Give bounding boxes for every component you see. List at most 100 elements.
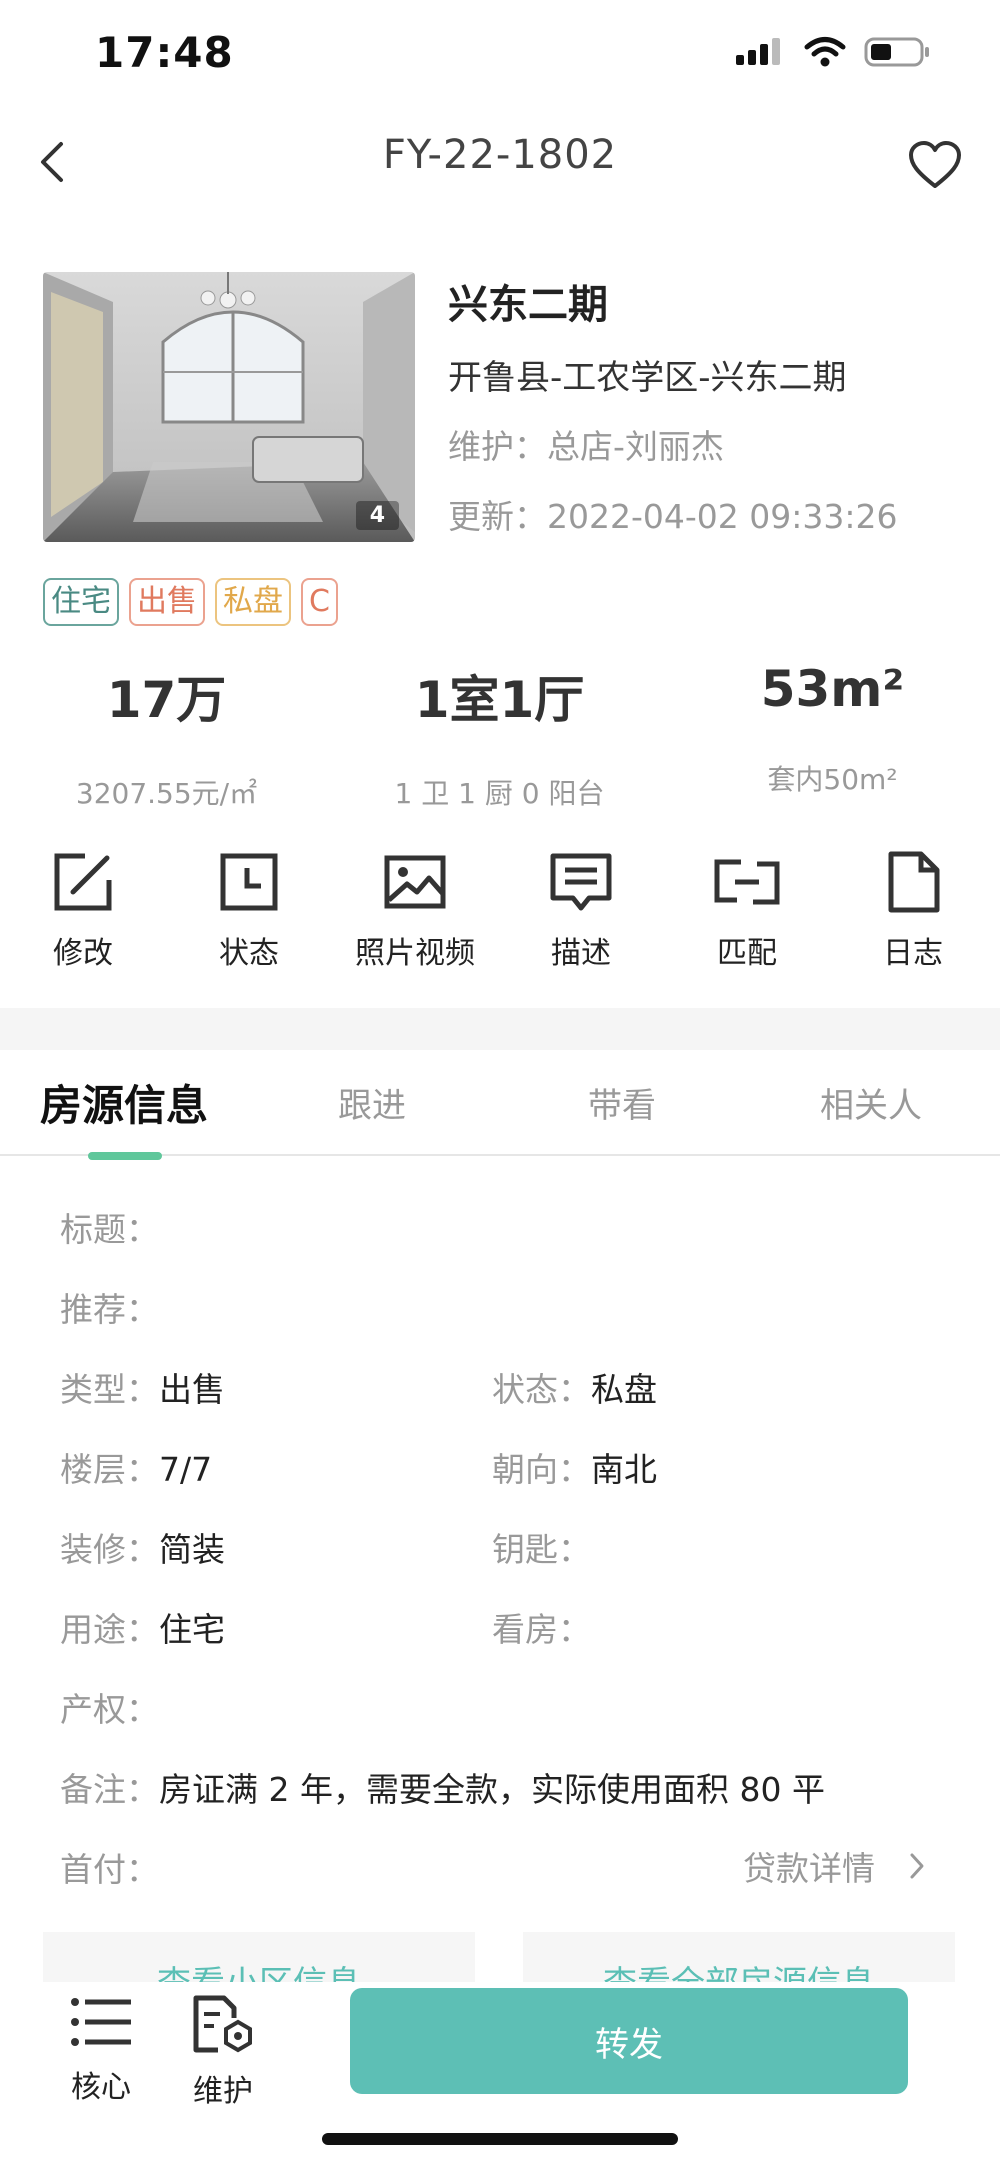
info-decor-value: 简装	[159, 1530, 225, 1569]
view-community-button[interactable]: 查看小区信息	[43, 1932, 475, 1982]
match-icon	[714, 859, 780, 905]
match-label: 匹配	[717, 936, 777, 971]
tab-property-info[interactable]: 房源信息	[40, 1072, 208, 1133]
list-icon	[71, 1998, 131, 2046]
wifi-icon	[804, 37, 846, 67]
updated-label: 更新：	[448, 497, 547, 536]
info-viewing-label: 看房：	[492, 1610, 591, 1649]
info-state-row: 状态：私盘	[492, 1363, 657, 1411]
tab-viewing[interactable]: 带看	[588, 1078, 656, 1127]
info-down-payment-row: 首付：	[60, 1843, 159, 1891]
info-key-label: 钥匙：	[492, 1530, 591, 1569]
nav-bar: FY-22-1802	[0, 110, 1000, 230]
forward-button[interactable]: 转发	[350, 1988, 908, 2094]
info-type-label: 类型：	[60, 1370, 159, 1409]
info-floor-label: 楼层：	[60, 1450, 159, 1489]
status-bar: 17:48	[0, 0, 1000, 110]
stat-area-main: 53m²	[760, 660, 905, 718]
tab-related-people[interactable]: 相关人	[820, 1078, 922, 1127]
info-recommend-row: 推荐：	[60, 1283, 159, 1331]
info-usage-row: 用途：住宅	[60, 1603, 225, 1651]
maintain-button[interactable]: 维护	[168, 1994, 278, 2110]
photo-video-label: 照片视频	[355, 936, 475, 971]
log-button[interactable]: 日志	[830, 850, 996, 972]
property-name: 兴东二期	[448, 282, 608, 328]
info-remark-label: 备注：	[60, 1770, 159, 1809]
info-decor-label: 装修：	[60, 1530, 159, 1569]
match-button[interactable]: 匹配	[664, 850, 830, 972]
maintain-label: 维护	[193, 2074, 253, 2109]
core-button[interactable]: 核心	[46, 1994, 156, 2106]
info-ownership-label: 产权：	[60, 1690, 159, 1729]
section-divider	[0, 1008, 1000, 1050]
stat-layout-main: 1室1厅	[414, 671, 585, 729]
property-photo[interactable]: 4	[43, 272, 415, 542]
status-icons	[736, 36, 930, 68]
loan-details-link[interactable]: 贷款详情	[743, 1842, 925, 1890]
info-title-row: 标题：	[60, 1203, 159, 1251]
cellular-signal-icon	[736, 38, 780, 65]
status-icon	[220, 853, 278, 911]
stat-layout: 1室1厅 1 卫 1 厨 0 阳台	[333, 660, 666, 812]
edit-icon	[54, 853, 112, 911]
maintainer-label: 维护：	[448, 427, 547, 466]
view-all-listings-button[interactable]: 查看全部房源信息	[523, 1932, 955, 1982]
stat-area: 53m² 套内50m²	[666, 660, 999, 798]
property-maintainer: 维护：总店-刘丽杰	[448, 420, 724, 468]
log-icon	[888, 851, 940, 913]
info-type-row: 类型：出售	[60, 1363, 225, 1411]
info-type-value: 出售	[159, 1370, 225, 1409]
stat-price: 17万 3207.55元/㎡	[0, 660, 333, 812]
description-label: 描述	[551, 936, 611, 971]
edit-label: 修改	[53, 936, 113, 971]
loan-details-label: 贷款详情	[743, 1849, 875, 1888]
tag-private: 私盘	[215, 578, 291, 626]
info-state-label: 状态：	[492, 1370, 591, 1409]
view-all-listings-label: 查看全部房源信息	[523, 1956, 955, 1982]
stat-price-main: 17万	[106, 671, 227, 729]
property-tags: 住宅 出售 私盘 C	[43, 578, 338, 626]
description-button[interactable]: 描述	[498, 850, 664, 972]
info-remark-row: 备注：房证满 2 年，需要全款，实际使用面积 80 平	[60, 1763, 825, 1811]
property-updated: 更新：2022-04-02 09:33:26	[448, 490, 897, 538]
photo-video-button[interactable]: 照片视频	[332, 850, 498, 972]
active-tab-indicator	[88, 1152, 162, 1160]
info-down-payment-label: 首付：	[60, 1850, 159, 1889]
battery-icon	[864, 37, 929, 67]
info-orientation-label: 朝向：	[492, 1450, 591, 1489]
info-usage-label: 用途：	[60, 1610, 159, 1649]
photo-count-badge: 4	[355, 501, 399, 530]
page-title: FY-22-1802	[382, 132, 618, 178]
info-state-value: 私盘	[591, 1370, 657, 1409]
log-label: 日志	[883, 936, 943, 971]
description-icon	[550, 853, 612, 911]
status-time: 17:48	[95, 28, 234, 77]
info-remark-value: 房证满 2 年，需要全款，实际使用面积 80 平	[159, 1770, 825, 1809]
chevron-right-icon	[910, 1853, 924, 1879]
maintainer-value: 总店-刘丽杰	[547, 427, 724, 466]
info-orientation-value: 南北	[591, 1450, 657, 1489]
tab-bar: 房源信息 跟进 带看 相关人	[0, 1050, 1000, 1156]
info-recommend-label: 推荐：	[60, 1290, 159, 1329]
property-stats: 17万 3207.55元/㎡ 1室1厅 1 卫 1 厨 0 阳台 53m² 套内…	[0, 660, 1000, 810]
edit-button[interactable]: 修改	[0, 850, 166, 972]
core-label: 核心	[71, 2070, 131, 2105]
stat-price-sub: 3207.55元/㎡	[75, 777, 258, 810]
home-indicator	[322, 2133, 678, 2145]
view-community-label: 查看小区信息	[43, 1956, 475, 1982]
status-label: 状态	[219, 936, 279, 971]
info-key-row: 钥匙：	[492, 1523, 591, 1571]
tag-for-sale: 出售	[129, 578, 205, 626]
updated-value: 2022-04-02 09:33:26	[547, 497, 898, 536]
info-decor-row: 装修：简装	[60, 1523, 225, 1571]
document-settings-icon	[193, 1995, 252, 2053]
status-button[interactable]: 状态	[166, 850, 332, 972]
photo-icon	[384, 855, 446, 909]
info-usage-value: 住宅	[159, 1610, 225, 1649]
tab-follow-up[interactable]: 跟进	[338, 1078, 406, 1127]
favorite-button[interactable]	[900, 130, 970, 200]
info-floor-row: 楼层：7/7	[60, 1443, 212, 1491]
stat-layout-sub: 1 卫 1 厨 0 阳台	[394, 777, 605, 810]
heart-icon	[909, 141, 961, 188]
info-title-label: 标题：	[60, 1210, 159, 1249]
